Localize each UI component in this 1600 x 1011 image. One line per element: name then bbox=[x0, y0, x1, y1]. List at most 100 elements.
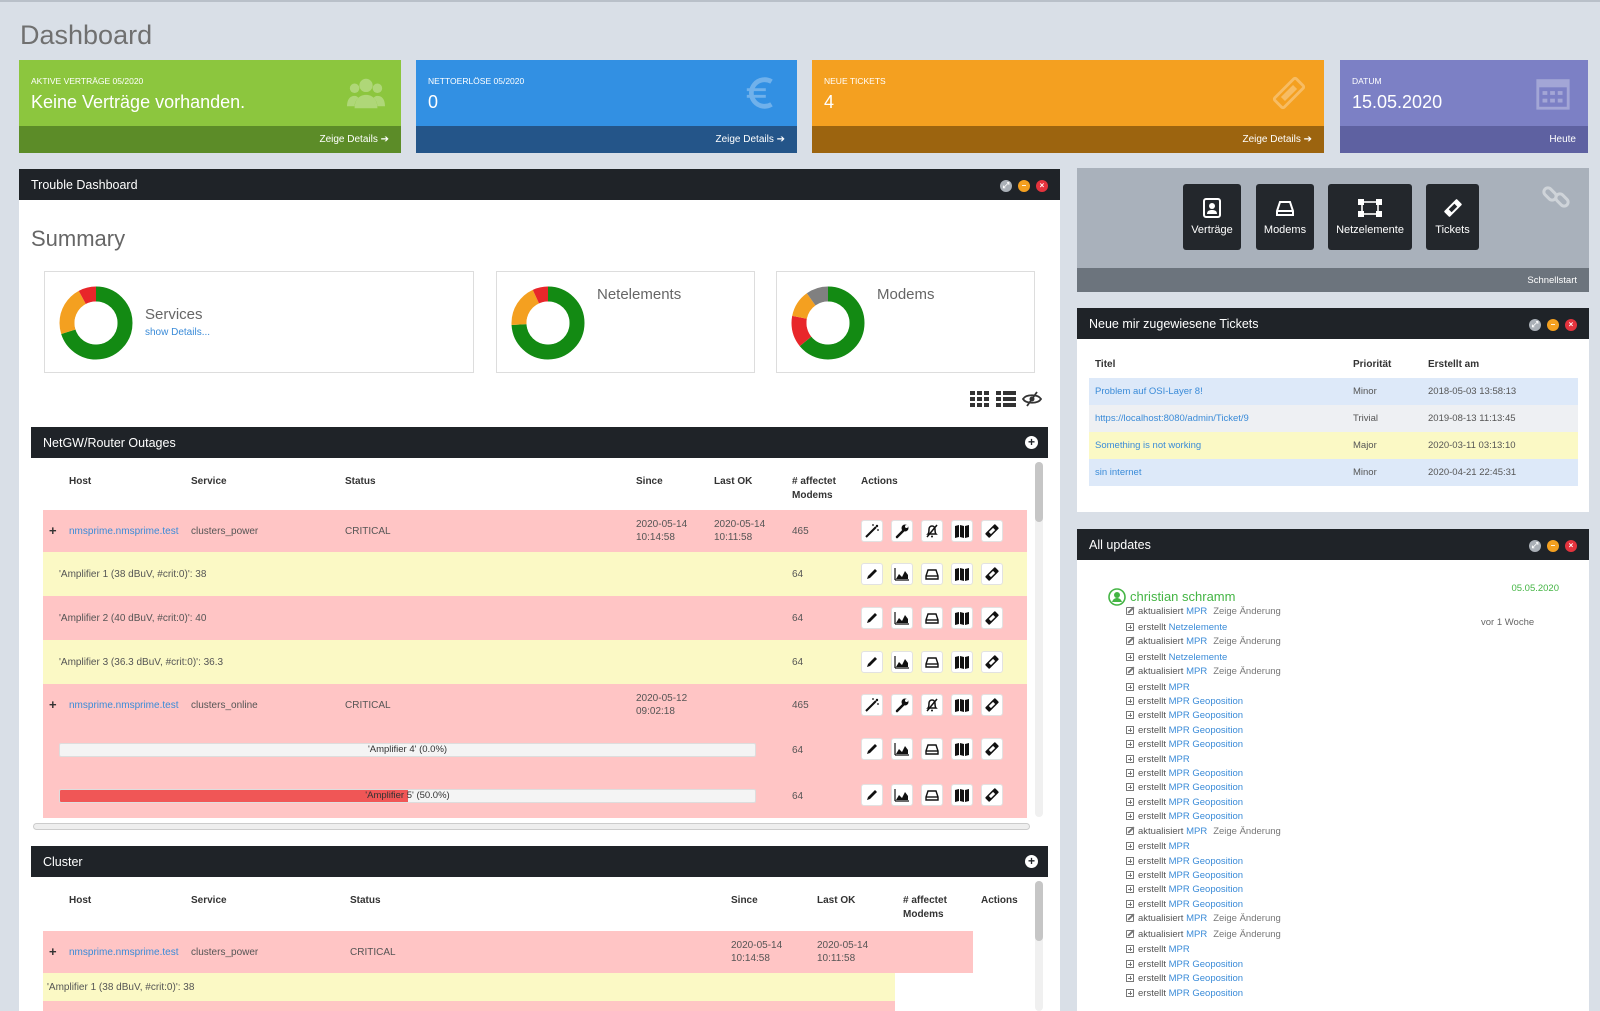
add-button[interactable]: + bbox=[1025, 436, 1038, 449]
update-link[interactable]: MPR Geoposition bbox=[1169, 782, 1243, 793]
ticket-button[interactable] bbox=[981, 738, 1003, 760]
bell-slash-button[interactable] bbox=[921, 694, 943, 716]
wrench-button[interactable] bbox=[891, 694, 913, 716]
update-link[interactable]: MPR Geoposition bbox=[1169, 811, 1243, 822]
update-link[interactable]: MPR bbox=[1186, 826, 1207, 837]
update-link[interactable]: MPR Geoposition bbox=[1169, 725, 1243, 736]
expand-button[interactable]: ⤢ bbox=[1000, 179, 1012, 192]
update-link[interactable]: MPR Geoposition bbox=[1169, 797, 1243, 808]
pencil-button[interactable] bbox=[861, 607, 883, 629]
update-link[interactable]: MPR bbox=[1186, 606, 1207, 617]
scroll-thumb[interactable] bbox=[1035, 881, 1043, 941]
map-button[interactable] bbox=[951, 563, 973, 585]
pencil-button[interactable] bbox=[861, 651, 883, 673]
stat-details-link[interactable]: Zeige Details ➔ bbox=[19, 126, 401, 153]
ticket-button[interactable] bbox=[981, 563, 1003, 585]
ticket-button[interactable] bbox=[981, 607, 1003, 629]
show-change-link[interactable]: Zeige Änderung bbox=[1213, 826, 1281, 837]
table-row[interactable]: + nmsprime.nmsprime.test clusters_power … bbox=[43, 510, 1027, 552]
update-link[interactable]: MPR Geoposition bbox=[1169, 884, 1243, 895]
show-change-link[interactable]: Zeige Änderung bbox=[1213, 606, 1281, 617]
add-button[interactable]: + bbox=[1025, 855, 1038, 868]
close-button[interactable]: × bbox=[1565, 318, 1577, 331]
modem-button[interactable] bbox=[921, 563, 943, 585]
wrench-button[interactable] bbox=[891, 520, 913, 542]
list-view-icon[interactable] bbox=[996, 391, 1016, 407]
update-link[interactable]: MPR bbox=[1186, 913, 1207, 924]
ticket-row[interactable]: Something is not working Major 2020-03-1… bbox=[1089, 432, 1578, 459]
map-button[interactable] bbox=[951, 651, 973, 673]
horizontal-scrollbar[interactable] bbox=[33, 823, 1030, 830]
expand-icon[interactable]: + bbox=[49, 524, 57, 537]
magic-wand-button[interactable] bbox=[861, 520, 883, 542]
host-link[interactable]: nmsprime.nmsprime.test bbox=[69, 699, 178, 712]
area-chart-button[interactable] bbox=[891, 607, 913, 629]
scroll-thumb[interactable] bbox=[1035, 462, 1043, 522]
area-chart-button[interactable] bbox=[891, 651, 913, 673]
table-row[interactable]: + nmsprime.nmsprime.test clusters_power … bbox=[43, 931, 973, 973]
update-link[interactable]: MPR Geoposition bbox=[1169, 959, 1243, 970]
stat-details-link[interactable]: Zeige Details ➔ bbox=[416, 126, 797, 153]
magic-wand-button[interactable] bbox=[861, 694, 883, 716]
modem-button[interactable] bbox=[921, 607, 943, 629]
ticket-button[interactable] bbox=[981, 784, 1003, 806]
map-button[interactable] bbox=[951, 738, 973, 760]
show-details-link[interactable]: show Details... bbox=[145, 327, 210, 338]
expand-icon[interactable]: + bbox=[49, 698, 57, 711]
update-link[interactable]: MPR bbox=[1186, 666, 1207, 677]
ticket-title-link[interactable]: sin internet bbox=[1095, 467, 1141, 478]
quickstart-modems-button[interactable]: Modems bbox=[1256, 184, 1314, 250]
table-row[interactable]: 'Amplifier 1 (38 dBuV, #crit:0)': 38 64 bbox=[43, 552, 1027, 596]
quickstart-netelements-button[interactable]: Netzelemente bbox=[1328, 184, 1412, 250]
map-button[interactable] bbox=[951, 784, 973, 806]
modem-button[interactable] bbox=[921, 784, 943, 806]
expand-button[interactable]: ⤢ bbox=[1529, 539, 1541, 552]
ticket-title-link[interactable]: Problem auf OSI-Layer 8! bbox=[1095, 386, 1203, 397]
host-link[interactable]: nmsprime.nmsprime.test bbox=[69, 946, 178, 959]
update-link[interactable]: MPR bbox=[1169, 841, 1190, 852]
update-link[interactable]: MPR bbox=[1186, 636, 1207, 647]
grid-view-icon[interactable] bbox=[970, 391, 990, 407]
ticket-title-link[interactable]: https://localhost:8080/admin/Ticket/9 bbox=[1095, 413, 1249, 424]
quickstart-contracts-button[interactable]: Verträge bbox=[1183, 184, 1241, 250]
update-link[interactable]: MPR Geoposition bbox=[1169, 710, 1243, 721]
map-button[interactable] bbox=[951, 520, 973, 542]
minimize-button[interactable]: – bbox=[1547, 318, 1559, 331]
ticket-row[interactable]: Problem auf OSI-Layer 8! Minor 2018-05-0… bbox=[1089, 378, 1578, 405]
minimize-button[interactable]: – bbox=[1018, 179, 1030, 192]
show-change-link[interactable]: Zeige Änderung bbox=[1213, 636, 1281, 647]
minimize-button[interactable]: – bbox=[1547, 539, 1559, 552]
pencil-button[interactable] bbox=[861, 563, 883, 585]
update-link[interactable]: MPR bbox=[1186, 929, 1207, 940]
vertical-scrollbar[interactable] bbox=[1035, 462, 1043, 817]
vertical-scrollbar[interactable] bbox=[1035, 881, 1043, 1011]
stat-details-link[interactable]: Zeige Details ➔ bbox=[812, 126, 1324, 153]
ticket-row[interactable]: sin internet Minor 2020-04-21 22:45:31 bbox=[1089, 459, 1578, 486]
expand-button[interactable]: ⤢ bbox=[1529, 318, 1541, 331]
host-link[interactable]: nmsprime.nmsprime.test bbox=[69, 525, 178, 538]
table-row[interactable]: 'Amplifier 3 (36.3 dBuV, #crit:0)': 36.3… bbox=[43, 640, 1027, 684]
table-row[interactable]: + nmsprime.nmsprime.test clusters_online… bbox=[43, 684, 1027, 726]
update-link[interactable]: MPR Geoposition bbox=[1169, 870, 1243, 881]
map-button[interactable] bbox=[951, 607, 973, 629]
ticket-title-link[interactable]: Something is not working bbox=[1095, 440, 1201, 451]
table-row[interactable]: 'Amplifier 2 (40 dBuV, #crit:0)': 40 64 bbox=[43, 596, 1027, 640]
modem-button[interactable] bbox=[921, 738, 943, 760]
table-row[interactable]: 'Amplifier 1 (38 dBuV, #crit:0)': 38 bbox=[43, 973, 895, 1001]
ticket-button[interactable] bbox=[981, 694, 1003, 716]
pencil-button[interactable] bbox=[861, 738, 883, 760]
ticket-row[interactable]: https://localhost:8080/admin/Ticket/9 Tr… bbox=[1089, 405, 1578, 432]
update-link[interactable]: MPR Geoposition bbox=[1169, 696, 1243, 707]
hide-eye-icon[interactable] bbox=[1022, 391, 1042, 407]
bell-slash-button[interactable] bbox=[921, 520, 943, 542]
table-row[interactable] bbox=[43, 1001, 895, 1011]
update-link[interactable]: MPR bbox=[1169, 754, 1190, 765]
pencil-button[interactable] bbox=[861, 784, 883, 806]
close-button[interactable]: × bbox=[1565, 539, 1577, 552]
update-link[interactable]: Netzelemente bbox=[1169, 652, 1228, 663]
update-link[interactable]: MPR Geoposition bbox=[1169, 988, 1243, 999]
expand-icon[interactable]: + bbox=[49, 945, 57, 958]
update-link[interactable]: MPR bbox=[1169, 944, 1190, 955]
update-link[interactable]: MPR Geoposition bbox=[1169, 768, 1243, 779]
quickstart-tickets-button[interactable]: Tickets bbox=[1426, 184, 1479, 250]
